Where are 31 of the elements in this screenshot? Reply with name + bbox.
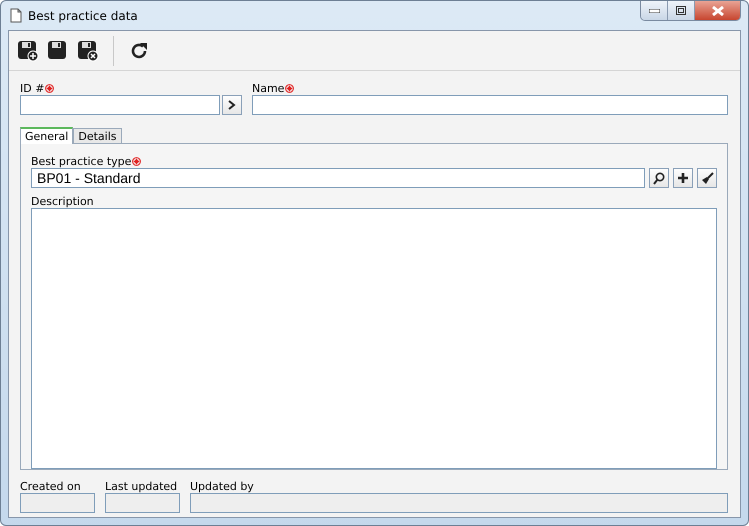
minimize-icon [648, 8, 660, 12]
close-button[interactable] [695, 1, 740, 20]
field-label: ID # [20, 82, 44, 94]
field-label: Name [252, 82, 284, 94]
name-field[interactable] [252, 95, 728, 115]
field-label: Best practice type [31, 154, 132, 168]
minimize-button[interactable] [641, 1, 668, 20]
field-label: Created on [20, 480, 81, 492]
save-close-button[interactable] [76, 38, 100, 62]
search-icon [653, 172, 665, 184]
description-field[interactable] [31, 208, 717, 469]
maximize-button[interactable] [668, 1, 695, 20]
close-icon [712, 6, 724, 16]
window-title: Best practice data [28, 8, 139, 22]
search-button[interactable] [649, 168, 669, 188]
field-label: Description [31, 194, 94, 208]
next-button[interactable] [222, 95, 242, 115]
id-field[interactable] [20, 95, 220, 115]
chevron-icon [228, 100, 236, 110]
plus-icon [678, 173, 688, 183]
document-icon [10, 8, 22, 23]
field-label: Updated by [190, 480, 254, 492]
add-button[interactable] [673, 168, 693, 188]
type-field[interactable]: BP01 - Standard [31, 168, 645, 188]
clear-button[interactable] [697, 168, 717, 188]
brush-icon [700, 172, 714, 184]
tab[interactable]: Details [73, 128, 122, 143]
field-label: Last updated [105, 480, 178, 492]
tab[interactable]: General [20, 127, 74, 144]
save-new-button[interactable] [16, 38, 40, 62]
maximize-icon [676, 6, 686, 15]
